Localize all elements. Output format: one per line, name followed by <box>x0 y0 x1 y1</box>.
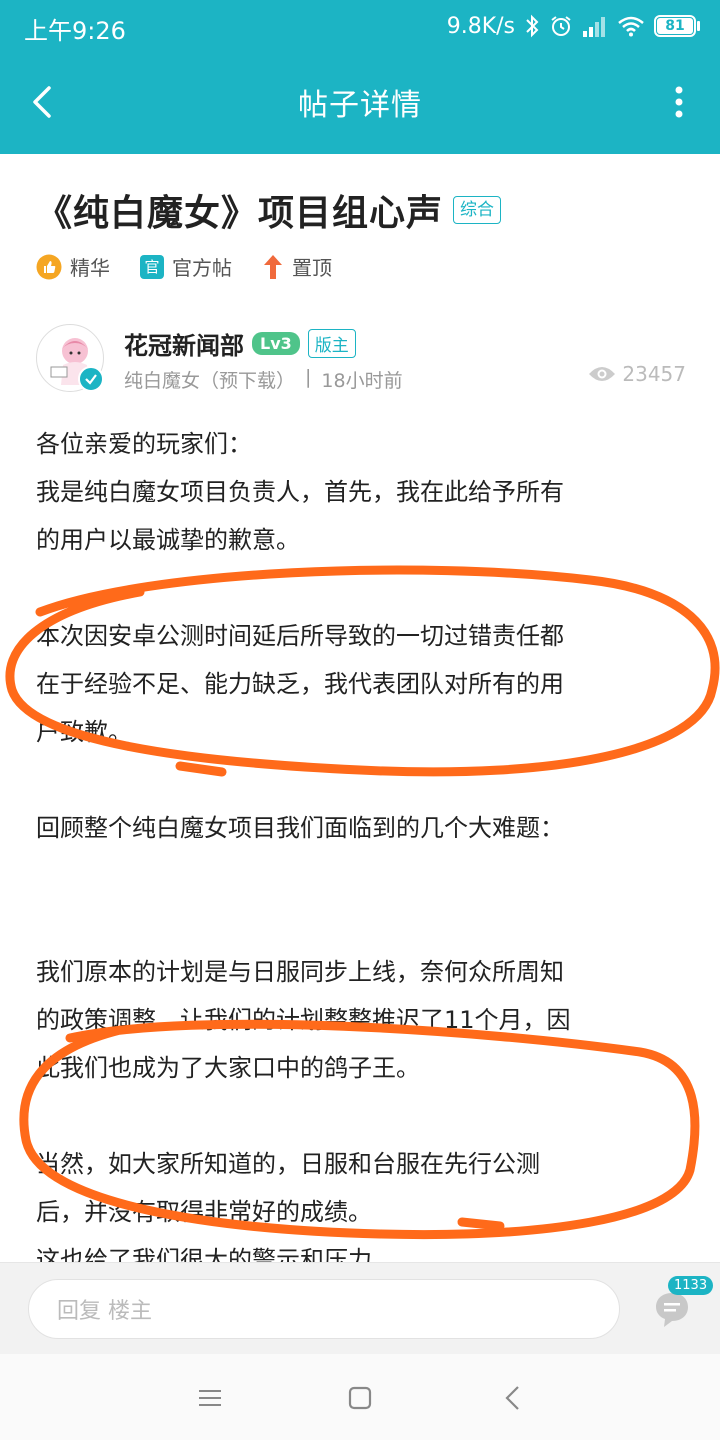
alarm-icon <box>549 14 573 38</box>
official-icon: 官 <box>140 254 164 279</box>
tag-label: 官方帖 <box>172 256 232 280</box>
content-line: 我们原本的计划是与日服同步上线，奈何众所周知 <box>36 958 564 986</box>
author-meta: 纯白魔女（预下载） | 18小时前 <box>124 366 403 393</box>
menu-icon <box>199 1390 221 1406</box>
category-badge[interactable]: 综合 <box>453 196 502 224</box>
content-line: 此我们也成为了大家口中的鸽子王。 <box>36 1054 420 1082</box>
eye-icon <box>589 367 616 381</box>
status-time: 上午9:26 <box>24 17 126 45</box>
reply-bar: 回复 楼主 <box>0 1262 720 1354</box>
system-back-button[interactable] <box>492 1378 532 1418</box>
content-line: 户致歉。 <box>36 718 132 746</box>
wifi-icon <box>617 15 645 37</box>
comment-icon <box>656 1293 688 1327</box>
chevron-left-icon <box>33 86 51 118</box>
content-line: 回顾整个纯白魔女项目我们面临到的几个大难题： <box>36 814 564 842</box>
verified-icon <box>78 366 104 392</box>
tag-featured: 精华 <box>36 252 110 281</box>
post-title: 《纯白魔女》项目组心声 <box>36 193 444 234</box>
battery-icon: 81 <box>654 15 700 37</box>
author-name-row: 花冠新闻部 Lv3 版主 <box>124 326 356 361</box>
content-line: 当然，如大家所知道的，日服和台服在先行公测 <box>36 1150 540 1178</box>
status-bar: 上午9:26 9.8K/s 81 <box>0 0 720 52</box>
level-badge: Lv3 <box>252 332 300 355</box>
home-button[interactable] <box>340 1378 380 1418</box>
page-title: 帖子详情 <box>298 88 422 123</box>
signal-icon <box>582 15 608 37</box>
tag-label: 精华 <box>70 256 110 280</box>
back-triangle-icon <box>505 1386 519 1410</box>
bluetooth-icon <box>524 14 540 38</box>
post-tags: 精华 官 官方帖 置顶 <box>36 252 362 281</box>
content-line: 在于经验不足、能力缺乏，我代表团队对所有的用 <box>36 670 564 698</box>
content-line: 本次因安卓公测时间延后所导致的一切过错责任都 <box>36 622 564 650</box>
home-square-icon <box>348 1386 372 1410</box>
tag-label: 置顶 <box>292 256 332 280</box>
battery-level: 81 <box>657 18 693 34</box>
app-bar: 上午9:26 9.8K/s 81 帖子详情 <box>0 0 720 154</box>
game-name[interactable]: 纯白魔女（预下载） <box>124 366 295 393</box>
system-nav-bar <box>0 1354 720 1440</box>
reply-input[interactable]: 回复 楼主 <box>28 1279 620 1339</box>
comment-count-badge: 1133 <box>668 1276 714 1295</box>
view-count: 23457 <box>588 362 686 386</box>
post-content: 各位亲爱的玩家们： 我是纯白魔女项目负责人，首先，我在此给予所有 的用户以最诚挚… <box>36 420 686 1284</box>
more-button[interactable] <box>666 80 692 124</box>
back-button[interactable] <box>20 78 64 126</box>
moderator-badge: 版主 <box>307 329 356 358</box>
network-speed: 9.8K/s <box>446 13 515 39</box>
content-line: 后，并没有取得非常好的成绩。 <box>36 1198 372 1226</box>
author-name[interactable]: 花冠新闻部 <box>124 326 244 361</box>
content-line: 的政策调整，让我们的计划整整推迟了11个月，因 <box>36 1006 571 1034</box>
tag-official: 官 官方帖 <box>140 252 232 281</box>
more-vertical-icon <box>675 86 683 118</box>
content-line: 我是纯白魔女项目负责人，首先，我在此给予所有 <box>36 478 564 506</box>
thumbs-up-icon <box>36 254 62 280</box>
post-title-row: 《纯白魔女》项目组心声 综合 <box>36 184 502 236</box>
post-time: 18小时前 <box>321 370 403 392</box>
content-line: 的用户以最诚挚的歉意。 <box>36 526 300 554</box>
status-icons: 9.8K/s 81 <box>447 10 700 42</box>
menu-button[interactable] <box>190 1378 230 1418</box>
tag-pinned: 置顶 <box>262 252 332 281</box>
meta-separator: | <box>305 366 312 388</box>
pin-arrow-icon <box>262 253 284 281</box>
view-count-value: 23457 <box>622 362 686 386</box>
content-line: 各位亲爱的玩家们： <box>36 430 252 458</box>
author-info: 花冠新闻部 Lv3 版主 纯白魔女（预下载） | 18小时前 23457 <box>36 322 686 394</box>
